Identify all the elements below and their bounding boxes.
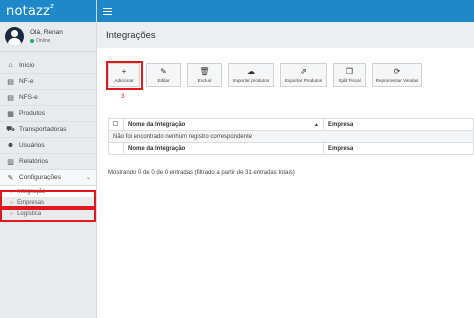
external-link-icon: ⇗	[300, 67, 307, 76]
sidebar-item-transportadoras[interactable]: ⛟ Transportadoras	[0, 122, 96, 138]
table-footer-row: Nome da Integração Empresa	[108, 142, 474, 155]
sidebar-item-usuarios[interactable]: ☻ Usuários	[0, 138, 96, 154]
column-footer-nome: Nome da Integração	[123, 142, 324, 155]
column-header-empresa[interactable]: Empresa	[323, 118, 474, 131]
logo[interactable]: notazzz	[6, 2, 54, 19]
wrench-icon: ✎	[7, 174, 14, 182]
highlight-configuracoes	[0, 190, 96, 208]
toolbar: + Adicionar ✎ Editar 🗑 Excluir ☁ Importar pr…	[108, 63, 422, 87]
refresh-icon: ⟳	[393, 67, 401, 76]
sidebar-item-inicio[interactable]: ⌂ Início	[0, 58, 96, 74]
top-bar	[97, 0, 474, 22]
logo-bar: notazzz	[0, 0, 96, 22]
user-profile: Olá, Renan Online	[0, 22, 96, 52]
split-fiscal-button[interactable]: ❐ Split Fiscal	[333, 63, 366, 87]
empty-row: Não foi encontrado nenhum registro corre…	[108, 130, 474, 143]
hamburger-menu-icon[interactable]	[103, 7, 112, 15]
document-icon: ▤	[7, 94, 14, 102]
document-icon: ▤	[7, 78, 14, 86]
sidebar-item-nfse[interactable]: ▤ NFS-e	[0, 90, 96, 106]
trash-icon: 🗑	[199, 67, 210, 76]
chevron-down-icon: ⌄	[85, 175, 91, 181]
main-panel: + Adicionar ✎ Editar 🗑 Excluir ☁ Importar pr…	[97, 48, 474, 318]
report-icon: ▥	[7, 158, 14, 166]
select-all-cell	[108, 118, 124, 131]
step-number-3: 3	[121, 93, 125, 100]
page-title: Integrações	[106, 30, 156, 41]
select-all-checkbox[interactable]	[113, 121, 118, 127]
export-products-button[interactable]: ⇗ Exportar Produtos	[280, 63, 327, 87]
sidebar-item-nfe[interactable]: ▤ NF-e	[0, 74, 96, 90]
import-products-button[interactable]: ☁ Importar produtos	[228, 63, 274, 87]
column-footer-empresa: Empresa	[323, 142, 474, 155]
table-info: Mostrando 0 de 0 de 0 entradas (filtrado…	[108, 170, 295, 176]
avatar	[5, 27, 24, 46]
delete-button[interactable]: 🗑 Excluir	[187, 63, 222, 87]
sidebar-item-relatorios[interactable]: ▥ Relatórios	[0, 154, 96, 170]
edit-icon: ✎	[160, 67, 167, 76]
online-dot-icon	[30, 39, 34, 43]
user-status: Online	[30, 38, 63, 44]
column-header-nome[interactable]: Nome da Integração ▲	[123, 118, 324, 131]
integrations-table: Nome da Integração ▲ Empresa Não foi enco…	[108, 118, 474, 155]
sidebar-item-configuracoes[interactable]: ✎ Configurações ⌄	[0, 170, 96, 186]
empty-message: Não foi encontrado nenhum registro corre…	[108, 130, 474, 143]
cloud-upload-icon: ☁	[247, 67, 255, 76]
sort-icon[interactable]: ▲	[314, 122, 319, 128]
user-greeting: Olá, Renan	[30, 29, 63, 36]
reprocess-sales-button[interactable]: ⟳ Reprocessar Vendas	[372, 63, 422, 87]
highlight-integracao	[0, 208, 96, 222]
box-icon: ▦	[7, 110, 14, 118]
truck-icon: ⛟	[6, 126, 15, 133]
table-header-row: Nome da Integração ▲ Empresa	[108, 118, 474, 131]
home-icon: ⌂	[8, 62, 13, 69]
edit-button[interactable]: ✎ Editar	[146, 63, 181, 87]
copy-icon: ❐	[345, 67, 354, 76]
user-icon: ☻	[6, 142, 15, 149]
sidebar-item-produtos[interactable]: ▦ Produtos	[0, 106, 96, 122]
sidebar: notazzz Olá, Renan Online ⌂ Início ▤ NF-e …	[0, 0, 97, 318]
highlight-add-button	[106, 61, 143, 90]
